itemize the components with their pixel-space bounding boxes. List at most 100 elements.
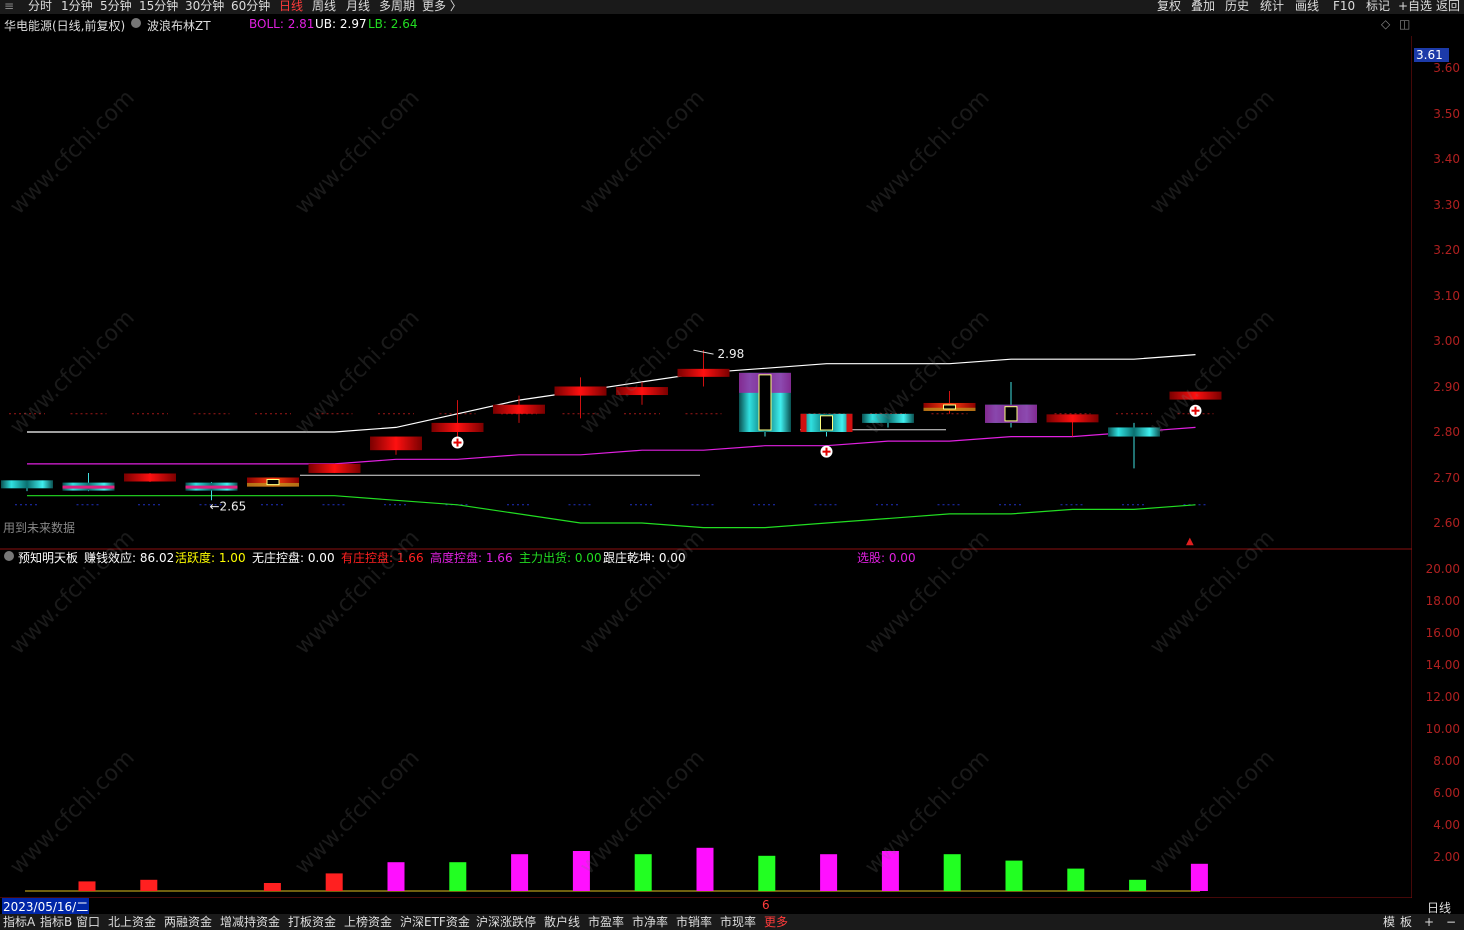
bottom-right-button-3[interactable]: −: [1446, 915, 1456, 929]
high-marker-label: 2.98: [718, 347, 745, 361]
boll-lower-line: [27, 495, 1196, 529]
price-tick: 3.30: [1433, 197, 1460, 212]
bottom-tab-7[interactable]: 上榜资金: [344, 915, 392, 929]
toolbar-button-6[interactable]: 标记: [1366, 0, 1390, 13]
candle[interactable]: [308, 463, 361, 473]
lb-value: LB: 2.64: [368, 17, 418, 31]
price-tick: 3.20: [1433, 243, 1460, 257]
bottom-tab-15[interactable]: 更多: [764, 915, 788, 929]
sub-bar: [387, 862, 405, 891]
bottom-tab-4[interactable]: 两融资金: [164, 915, 212, 929]
menu-icon[interactable]: ≡: [4, 0, 14, 13]
candle[interactable]: [923, 391, 976, 414]
candle[interactable]: [1, 480, 53, 492]
price-tick: 2.70: [1433, 470, 1460, 485]
bottom-tab-14[interactable]: 市现率: [720, 915, 756, 929]
toolbar-button-2[interactable]: 历史: [1225, 0, 1249, 13]
bottom-tab-5[interactable]: 增减持资金: [220, 915, 280, 929]
period-tab-8[interactable]: 月线: [346, 0, 370, 13]
candle[interactable]: [370, 436, 422, 455]
toolbar-button-1[interactable]: 叠加: [1191, 0, 1215, 13]
sub-bar: [943, 854, 961, 891]
toolbar-button-0[interactable]: 复权: [1157, 0, 1181, 13]
toolbar-button-7[interactable]: +自选: [1398, 0, 1432, 13]
toolbar-button-3[interactable]: 统计: [1260, 0, 1284, 13]
period-tab-7[interactable]: 周线: [312, 0, 336, 13]
period-tab-6[interactable]: 日线: [279, 0, 303, 13]
sub-settings-icon[interactable]: [4, 551, 14, 561]
sub-bar: [140, 879, 158, 891]
bottom-right-button-2[interactable]: +: [1424, 915, 1434, 929]
diamond-icon[interactable]: ◇: [1381, 17, 1390, 31]
ub-value: UB: 2.97: [315, 17, 367, 31]
chart-info-line: 华电能源(日线,前复权) 波浪布林ZT BOLL: 2.81 UB: 2.97 …: [0, 17, 1410, 35]
period-tab-3[interactable]: 15分钟: [139, 0, 178, 13]
bottom-tab-10[interactable]: 散户线: [544, 915, 580, 929]
period-tab-10[interactable]: 更多 〉: [422, 0, 462, 13]
bottom-tab-13[interactable]: 市销率: [676, 915, 712, 929]
bottom-tabbar: 指标A 指标B 窗口 北上资金 两融资金 增减持资金 打板资金 上榜资金 沪深ETF资金 沪深涨跌…: [0, 914, 1464, 930]
period-tab-0[interactable]: 分时: [28, 0, 52, 13]
date-bar: 2023/05/16/二 6: [0, 898, 1412, 915]
current-price-tag: 3.61: [1414, 48, 1449, 62]
settings-icon[interactable]: [131, 18, 141, 28]
bottom-tab-12[interactable]: 市净率: [632, 915, 668, 929]
sub-bar: [1005, 860, 1023, 891]
price-axis: 3.61 3.60 3.50 3.40 3.30 3.20 3.10 3.00 2.90 2.80…: [1412, 14, 1464, 550]
up-arrow-icon: ▲: [1186, 536, 1194, 547]
bottom-tab-6[interactable]: 打板资金: [288, 915, 336, 929]
sub-tick: 18.00: [1425, 594, 1460, 608]
main-chart[interactable]: 2.98 ←2.65 ▲: [0, 36, 1412, 550]
sub-bar: [1067, 868, 1085, 891]
toolbar-button-4[interactable]: 画线: [1295, 0, 1319, 13]
sub-bar: [449, 862, 467, 891]
buy-signal-icon: [820, 445, 833, 458]
sub-stat-4: 高度控盘: 1.66: [430, 551, 513, 565]
period-tab-4[interactable]: 30分钟: [185, 0, 224, 13]
buy-signal-icon: [451, 436, 464, 449]
candle[interactable]: [739, 372, 791, 437]
period-tab-2[interactable]: 5分钟: [100, 0, 132, 13]
candle[interactable]: [1046, 414, 1099, 437]
candle[interactable]: [247, 477, 299, 487]
period-tab-1[interactable]: 1分钟: [61, 0, 93, 13]
toolbar-button-8[interactable]: 返回: [1436, 0, 1460, 13]
candle[interactable]: [800, 413, 853, 437]
sub-tick: 4.00: [1433, 818, 1460, 832]
candle[interactable]: [985, 381, 1037, 428]
sub-bar: [1190, 863, 1208, 891]
bottom-tab-9[interactable]: 沪深涨跌停: [476, 915, 536, 929]
price-tick: 2.90: [1433, 379, 1460, 394]
candle[interactable]: [124, 472, 176, 483]
stock-name[interactable]: 华电能源(日线,前复权): [4, 17, 125, 34]
bottom-right-button-1[interactable]: 板: [1400, 915, 1412, 929]
sub-bar: [78, 881, 96, 891]
sub-tick: 10.00: [1425, 722, 1460, 736]
toolbar-button-5[interactable]: F10: [1333, 0, 1355, 13]
indicator-name[interactable]: 波浪布林ZT: [147, 17, 211, 34]
window-toggle-icon[interactable]: ◫: [1399, 17, 1410, 31]
candle[interactable]: [62, 472, 115, 492]
candle[interactable]: [185, 482, 238, 501]
bottom-tab-8[interactable]: 沪深ETF资金: [400, 915, 470, 929]
bottom-tab-3[interactable]: 北上资金: [108, 915, 156, 929]
bottom-tab-11[interactable]: 市盈率: [588, 915, 624, 929]
sub-bar: [263, 883, 281, 891]
period-tab-9[interactable]: 多周期: [379, 0, 415, 13]
sub-panel-title[interactable]: 预知明天板: [18, 549, 78, 566]
boll-value: BOLL: 2.81: [249, 17, 315, 31]
bottom-tab-1[interactable]: 指标B: [40, 915, 72, 929]
sub-bar: [1129, 879, 1147, 891]
bottom-tab-2[interactable]: 窗口: [76, 915, 100, 929]
low-marker-label: ←2.65: [210, 499, 247, 513]
bottom-right-button-0[interactable]: 模: [1383, 915, 1395, 929]
bottom-tab-0[interactable]: 指标A: [3, 915, 35, 929]
sub-bar: [325, 873, 343, 891]
sub-tick: 8.00: [1433, 754, 1460, 768]
sub-tick: 12.00: [1425, 690, 1460, 704]
price-tick: 3.10: [1433, 288, 1460, 303]
sub-tick: 16.00: [1425, 626, 1460, 640]
candle[interactable]: [493, 395, 545, 423]
period-tab-5[interactable]: 60分钟: [231, 0, 270, 13]
price-tick: 2.60: [1433, 516, 1460, 530]
